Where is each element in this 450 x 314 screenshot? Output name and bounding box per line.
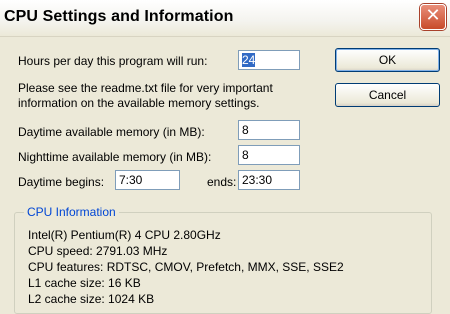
hours-per-day-value: 24 xyxy=(242,53,256,67)
daytime-memory-value: 8 xyxy=(242,123,249,137)
title-bar: CPU Settings and Information ✕ xyxy=(0,0,450,37)
ok-button[interactable]: OK xyxy=(335,48,440,72)
close-icon: ✕ xyxy=(425,5,441,26)
nighttime-memory-label: Nighttime available memory (in MB): xyxy=(18,150,212,164)
daytime-memory-label: Daytime available memory (in MB): xyxy=(18,125,205,139)
nighttime-memory-value: 8 xyxy=(242,148,249,162)
ends-field[interactable]: 23:30 xyxy=(238,170,300,190)
cpu-speed: CPU speed: 2791.03 MHz xyxy=(28,244,168,258)
nighttime-memory-field[interactable]: 8 xyxy=(238,145,300,165)
cpu-info-group-title: CPU Information xyxy=(24,205,119,219)
hours-per-day-field[interactable]: 24 xyxy=(238,50,300,70)
cpu-l1-cache: L1 cache size: 16 KB xyxy=(28,276,141,290)
cpu-processor: Intel(R) Pentium(R) 4 CPU 2.80GHz xyxy=(28,228,221,242)
daytime-begins-field[interactable]: 7:30 xyxy=(115,170,180,190)
daytime-begins-value: 7:30 xyxy=(119,173,143,187)
cancel-button[interactable]: Cancel xyxy=(335,83,440,107)
cpu-features: CPU features: RDTSC, CMOV, Prefetch, MMX… xyxy=(28,260,344,274)
close-button[interactable]: ✕ xyxy=(420,4,446,30)
ends-label: ends: xyxy=(207,175,237,189)
readme-note-line1: Please see the readme.txt file for very … xyxy=(18,81,273,95)
daytime-begins-label: Daytime begins: xyxy=(18,175,105,189)
cpu-settings-dialog: CPU Settings and Information ✕ Hours per… xyxy=(0,0,450,314)
readme-note-line2: information on the available memory sett… xyxy=(18,96,260,110)
daytime-memory-field[interactable]: 8 xyxy=(238,120,300,140)
ends-value: 23:30 xyxy=(242,173,273,187)
window-title: CPU Settings and Information xyxy=(4,8,234,25)
hours-per-day-label: Hours per day this program will run: xyxy=(18,54,208,68)
cpu-l2-cache: L2 cache size: 1024 KB xyxy=(28,292,155,306)
